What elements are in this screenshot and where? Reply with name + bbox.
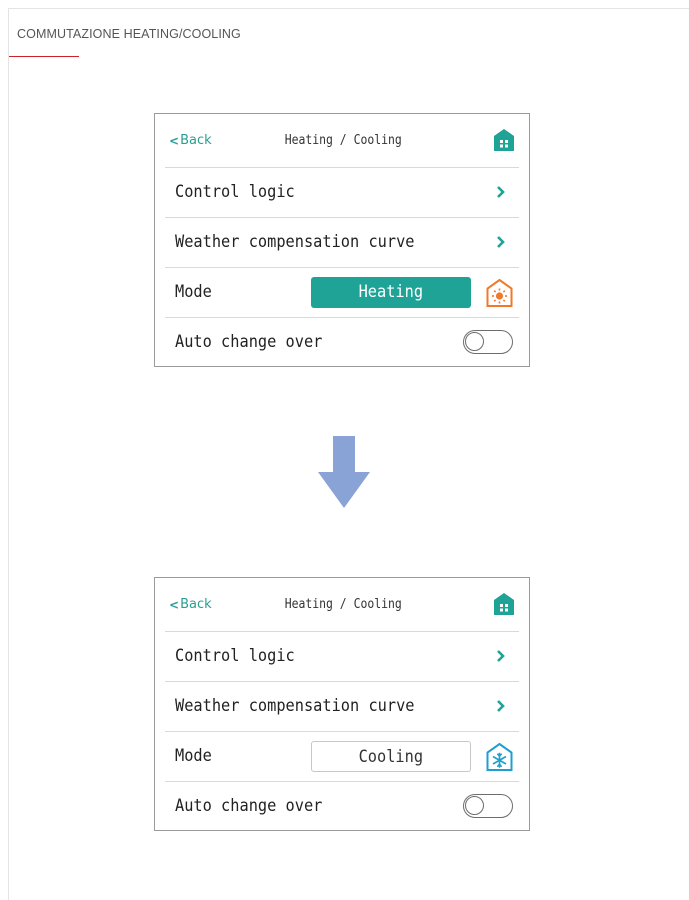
chevron-right-icon xyxy=(497,186,505,198)
chevron-right-icon xyxy=(497,236,505,248)
toggle-knob xyxy=(465,332,484,351)
arrow-down-icon xyxy=(318,436,370,508)
screen-cooling: < Back Heating / Cooling Control logic W… xyxy=(154,577,530,831)
home-icon[interactable] xyxy=(493,128,515,152)
mode-row: Mode Heating xyxy=(165,267,519,318)
screen-header: < Back Heating / Cooling xyxy=(155,578,529,631)
toggle-knob xyxy=(465,796,484,815)
chevron-right-icon xyxy=(497,700,505,712)
mode-value: Heating xyxy=(358,282,424,302)
mode-selector[interactable]: Cooling xyxy=(311,741,471,772)
mode-label: Mode xyxy=(175,746,212,766)
weather-curve-row[interactable]: Weather compensation curve xyxy=(165,217,519,268)
control-logic-label: Control logic xyxy=(175,182,295,202)
control-logic-row[interactable]: Control logic xyxy=(165,631,519,682)
weather-curve-row[interactable]: Weather compensation curve xyxy=(165,681,519,732)
auto-change-label: Auto change over xyxy=(175,332,323,352)
frame-border-top xyxy=(8,8,689,9)
weather-curve-label: Weather compensation curve xyxy=(175,232,415,252)
auto-change-toggle[interactable] xyxy=(463,330,513,354)
screen-title: Heating / Cooling xyxy=(284,597,402,612)
control-logic-row[interactable]: Control logic xyxy=(165,167,519,218)
weather-curve-label: Weather compensation curve xyxy=(175,696,415,716)
auto-change-row: Auto change over xyxy=(165,781,519,830)
house-snowflake-icon xyxy=(486,742,513,771)
mode-value: Cooling xyxy=(358,747,424,767)
screen-title: Heating / Cooling xyxy=(284,133,402,148)
screen-header: < Back Heating / Cooling xyxy=(155,114,529,167)
auto-change-label: Auto change over xyxy=(175,796,323,816)
mode-selector[interactable]: Heating xyxy=(311,277,471,308)
auto-change-toggle[interactable] xyxy=(463,794,513,818)
home-icon[interactable] xyxy=(493,592,515,616)
section-title: COMMUTAZIONE HEATING/COOLING xyxy=(17,27,241,41)
mode-label: Mode xyxy=(175,282,212,302)
chevron-right-icon xyxy=(497,650,505,662)
control-logic-label: Control logic xyxy=(175,646,295,666)
section-title-underline xyxy=(9,56,79,57)
frame-border-left xyxy=(8,8,9,900)
screen-heating: < Back Heating / Cooling Control logic W… xyxy=(154,113,530,367)
house-sun-icon xyxy=(486,278,513,307)
auto-change-row: Auto change over xyxy=(165,317,519,366)
mode-row: Mode Cooling xyxy=(165,731,519,782)
